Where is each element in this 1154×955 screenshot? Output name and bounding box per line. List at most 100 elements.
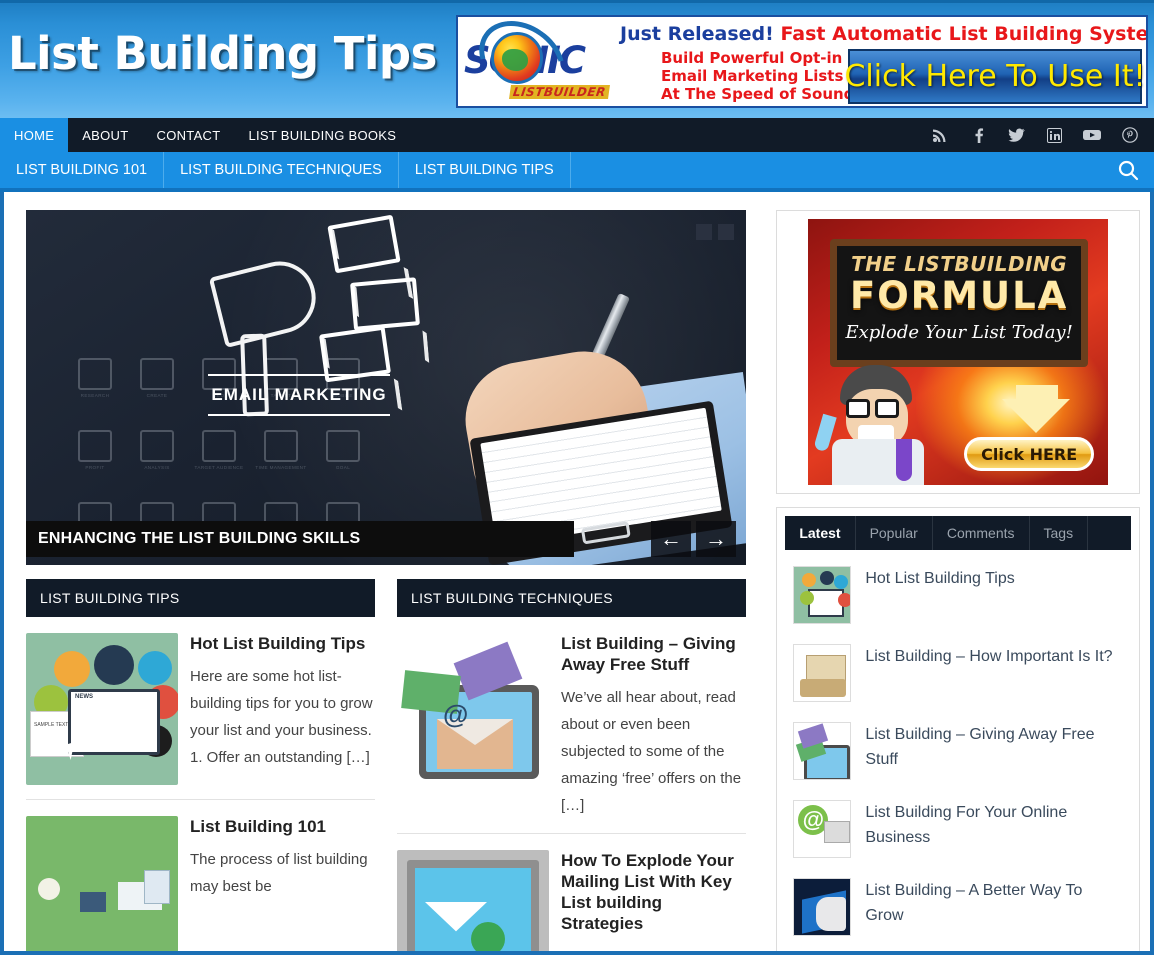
post-item[interactable]: @ List Building – Giving Away Free Stuff…: [397, 617, 746, 834]
post-item[interactable]: Hot List Building Tips Here are some hot…: [26, 617, 375, 800]
subnav-item-list-building-techniques[interactable]: LIST BUILDING TECHNIQUES: [164, 152, 399, 188]
list-item-title[interactable]: List Building For Your Online Business: [865, 800, 1123, 850]
slider-navigation: ← →: [651, 521, 736, 557]
post-text: Hot List Building Tips Here are some hot…: [190, 633, 375, 785]
sidebar: THE LISTBUILDING FORMULA Explode Your Li…: [771, 200, 1140, 955]
slider-icon-label: GOAL: [335, 465, 351, 470]
banner-subtext-line2: Email Marketing Lists: [661, 67, 844, 85]
green-illustration-thumb-icon: [26, 816, 178, 955]
pinterest-icon[interactable]: [1116, 121, 1144, 149]
list-item[interactable]: List Building – How Important Is It?: [787, 634, 1129, 712]
header-banner-ad[interactable]: SONIC LISTBUILDER Just Released! Fast Au…: [456, 15, 1148, 108]
column-heading: LIST BUILDING TECHNIQUES: [397, 579, 746, 617]
main-column: RESEARCH CREATE SEO TARGET MOBILE PROFIT…: [14, 200, 771, 955]
slider-image-label: EMAIL MARKETING: [208, 374, 390, 416]
list-item-title[interactable]: List Building – Giving Away Free Stuff: [865, 722, 1123, 772]
social-links: [926, 118, 1154, 152]
article-columns: LIST BUILDING TIPS Hot List Building Tip…: [26, 579, 759, 955]
page-bottom-edge: [0, 951, 1154, 955]
tab-tags[interactable]: Tags: [1030, 516, 1089, 550]
scroll-quill-thumb-icon: [793, 644, 852, 702]
slider-prev-button[interactable]: ←: [651, 521, 691, 557]
post-title[interactable]: List Building 101: [190, 816, 375, 837]
list-item-title[interactable]: List Building – How Important Is It?: [865, 644, 1112, 669]
nav-item-about[interactable]: ABOUT: [68, 118, 142, 152]
column-list-building-tips: LIST BUILDING TIPS Hot List Building Tip…: [26, 579, 375, 955]
content-area: RESEARCH CREATE SEO TARGET MOBILE PROFIT…: [0, 192, 1154, 955]
nav-item-list-building-books[interactable]: LIST BUILDING BOOKS: [234, 118, 410, 152]
banner-subtext-line3: At The Speed of Sound!: [661, 85, 862, 103]
post-item[interactable]: List Building 101 The process of list bu…: [26, 800, 375, 955]
twitter-icon[interactable]: [1002, 121, 1030, 149]
banner-cta-label: Click Here To Use It!: [844, 59, 1146, 94]
tab-popular[interactable]: Popular: [856, 516, 933, 550]
subnav-item-list-building-101[interactable]: LIST BUILDING 101: [0, 152, 165, 188]
slider-dot[interactable]: [718, 224, 734, 240]
slider-icon-label: PROFIT: [85, 465, 105, 470]
ad-click-here-label: Click HERE: [981, 444, 1078, 464]
youtube-icon[interactable]: [1078, 121, 1106, 149]
scientist-icon: [813, 365, 946, 485]
post-text: List Building – Giving Away Free Stuff W…: [561, 633, 746, 819]
post-excerpt: We’ve all hear about, read about or even…: [561, 689, 742, 814]
facebook-icon[interactable]: [964, 121, 992, 149]
slider-icon-label: CREATE: [146, 393, 168, 398]
tablet-envelopes-thumb-icon: @: [397, 633, 549, 785]
site-title: List Building Tips: [8, 27, 437, 80]
sidebar-tabs-widget: Latest Popular Comments Tags Hot List Bu…: [776, 507, 1140, 955]
ad-click-here-button[interactable]: Click HERE: [964, 437, 1095, 471]
slider-caption-bar: ENHANCING THE LIST BUILDING SKILLS: [26, 521, 574, 557]
banner-headline-red: Fast Automatic List Building System!: [780, 23, 1148, 45]
post-excerpt: The process of list building may best be: [190, 851, 368, 895]
list-item[interactable]: List Building – Giving Away Free Stuff: [787, 712, 1129, 790]
page-root: List Building Tips SONIC LISTBUILDER Jus…: [0, 0, 1154, 955]
slider-dot[interactable]: [696, 224, 712, 240]
tabs-filler: [1088, 516, 1131, 550]
envelope-icon: [327, 214, 401, 274]
list-item[interactable]: Hot List Building Tips: [787, 556, 1129, 634]
post-text: How To Explode Your Mailing List With Ke…: [561, 850, 746, 955]
list-item[interactable]: List Building For Your Online Business: [787, 790, 1129, 868]
listbuilding-formula-ad[interactable]: THE LISTBUILDING FORMULA Explode Your Li…: [808, 219, 1109, 485]
news-collage-thumb-icon: [26, 633, 178, 785]
list-item-title[interactable]: List Building – A Better Way To Grow: [865, 878, 1123, 928]
hand-keyboard-thumb-icon: [793, 878, 852, 936]
search-icon[interactable]: [1102, 152, 1154, 188]
nav-item-contact[interactable]: CONTACT: [143, 118, 235, 152]
slider-icon-label: ANALYSIS: [144, 465, 170, 470]
latest-posts-list: Hot List Building Tips List Building – H…: [785, 550, 1131, 946]
primary-navigation: HOME ABOUT CONTACT LIST BUILDING BOOKS: [0, 118, 1154, 152]
slider-icon-label: TIME MANAGEMENT: [255, 465, 307, 470]
post-title[interactable]: Hot List Building Tips: [190, 633, 375, 654]
secondary-navigation: LIST BUILDING 101 LIST BUILDING TECHNIQU…: [0, 152, 1154, 192]
news-collage-thumb-icon: [793, 566, 852, 624]
arrow-down-icon: [1002, 399, 1071, 433]
chalkboard-panel: THE LISTBUILDING FORMULA Explode Your Li…: [830, 239, 1089, 367]
featured-slider[interactable]: RESEARCH CREATE SEO TARGET MOBILE PROFIT…: [26, 210, 746, 565]
linkedin-icon[interactable]: [1040, 121, 1068, 149]
list-item[interactable]: List Building – A Better Way To Grow: [787, 868, 1129, 946]
ad-line-1: THE LISTBUILDING: [851, 252, 1068, 276]
site-header: List Building Tips SONIC LISTBUILDER Jus…: [0, 0, 1154, 118]
post-title[interactable]: List Building – Giving Away Free Stuff: [561, 633, 746, 675]
nav-item-home[interactable]: HOME: [0, 118, 69, 152]
post-excerpt: Here are some hot list-building tips for…: [190, 668, 373, 766]
post-title[interactable]: How To Explode Your Mailing List With Ke…: [561, 850, 746, 934]
column-heading: LIST BUILDING TIPS: [26, 579, 375, 617]
post-item[interactable]: How To Explode Your Mailing List With Ke…: [397, 834, 746, 955]
slider-icon-label: RESEARCH: [80, 393, 110, 398]
tab-comments[interactable]: Comments: [933, 516, 1030, 550]
list-item-title[interactable]: Hot List Building Tips: [865, 566, 1014, 591]
subnav-item-list-building-tips[interactable]: LIST BUILDING TIPS: [399, 152, 571, 188]
slider-icon-label: TARGET AUDIENCE: [194, 465, 244, 470]
rss-icon[interactable]: [926, 121, 954, 149]
globe-icon: [491, 32, 543, 84]
banner-cta-button[interactable]: Click Here To Use It!: [844, 49, 1146, 104]
sonic-brand-subtext: LISTBUILDER: [509, 85, 610, 99]
banner-headline: Just Released! Fast Automatic List Build…: [620, 23, 1148, 45]
slider-pagination[interactable]: [696, 224, 734, 240]
sonic-listbuilder-logo: SONIC LISTBUILDER: [464, 17, 619, 106]
tab-latest[interactable]: Latest: [785, 516, 856, 550]
ad-line-2: FORMULA: [850, 274, 1069, 317]
slider-next-button[interactable]: →: [696, 521, 736, 557]
